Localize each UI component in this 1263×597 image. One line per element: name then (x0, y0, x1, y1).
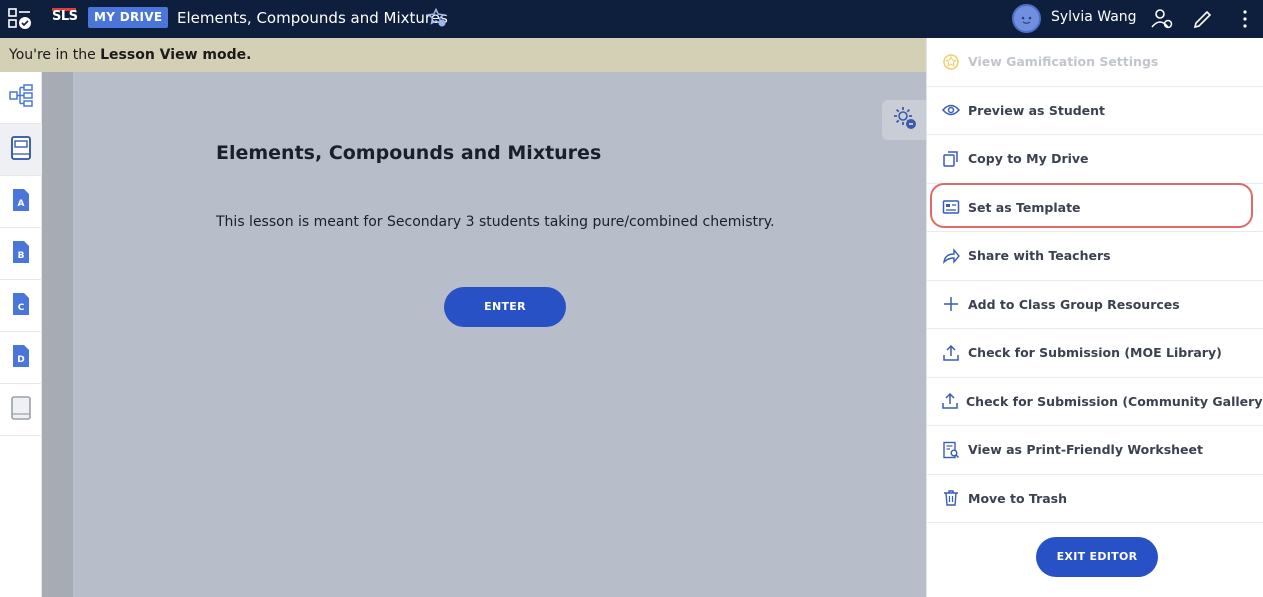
my-drive-badge: MY DRIVE (88, 7, 169, 28)
sidebar-item-end[interactable] (0, 384, 42, 436)
content-gutter (42, 72, 73, 597)
menu-check-submission-community[interactable]: Check for Submission (Community Gallery) (927, 378, 1263, 426)
upload-icon (941, 391, 959, 411)
sidebar-item-cover[interactable] (0, 124, 42, 176)
lesson-map-icon (8, 83, 34, 113)
menu-set-as-template[interactable]: Set as Template (927, 184, 1263, 232)
more-options-icon[interactable] (1233, 7, 1257, 31)
menu-label: Move to Trash (968, 490, 1068, 506)
section-letter: D (17, 355, 24, 365)
cover-settings-button[interactable] (882, 100, 928, 140)
sls-logo[interactable]: SLS (52, 9, 78, 24)
sidebar-item-section-b[interactable]: B (0, 228, 42, 280)
menu-preview-as-student[interactable]: Preview as Student (927, 87, 1263, 135)
star-settings-icon[interactable] (427, 7, 447, 28)
edit-pencil-icon[interactable] (1191, 7, 1215, 31)
options-panel: View Gamification Settings Preview as St… (926, 38, 1263, 597)
section-letter: B (18, 251, 25, 261)
lesson-title: Elements, Compounds and Mixtures (216, 142, 602, 164)
menu-share-with-teachers[interactable]: Share with Teachers (927, 232, 1263, 281)
sidebar-item-lesson-map[interactable] (0, 72, 42, 124)
menu-check-submission-moe[interactable]: Check for Submission (MOE Library) (927, 329, 1263, 378)
end-page-icon (10, 395, 32, 425)
menu-label: Check for Submission (Community Gallery) (966, 393, 1263, 409)
section-a-icon: A (12, 188, 30, 216)
sidebar-item-section-d[interactable]: D (0, 332, 42, 384)
template-icon (941, 197, 961, 217)
apps-menu-icon[interactable] (8, 8, 32, 30)
menu-label: Copy to My Drive (968, 151, 1089, 167)
collaborators-icon[interactable] (1150, 7, 1174, 31)
user-name[interactable]: Sylvia Wang (1051, 9, 1137, 25)
sidebar-item-section-a[interactable]: A (0, 176, 42, 228)
section-c-icon: C (12, 292, 30, 320)
menu-label: View Gamification Settings (968, 54, 1159, 70)
menu-move-to-trash[interactable]: Move to Trash (927, 475, 1263, 523)
cover-page-icon (10, 135, 32, 165)
avatar[interactable] (1012, 4, 1041, 33)
menu-print-friendly-worksheet[interactable]: View as Print-Friendly Worksheet (927, 426, 1263, 475)
banner-prefix: You're in the (9, 47, 101, 63)
top-bar: SLS MY DRIVE Elements, Compounds and Mix… (0, 0, 1263, 38)
lesson-cover: Elements, Compounds and Mixtures This le… (73, 72, 928, 597)
lesson-mode-banner: You're in the Lesson View mode. (0, 38, 926, 72)
section-sidebar: A B C D (0, 72, 42, 597)
section-letter: A (18, 199, 25, 209)
lesson-description: This lesson is meant for Secondary 3 stu… (216, 214, 775, 230)
menu-view-gamification: View Gamification Settings (927, 38, 1263, 87)
enter-button[interactable]: ENTER (444, 287, 566, 327)
copy-icon (941, 149, 961, 169)
share-icon (941, 246, 961, 266)
eye-icon (941, 100, 961, 120)
menu-label: Set as Template (968, 199, 1081, 215)
sidebar-item-section-c[interactable]: C (0, 280, 42, 332)
gamification-icon (941, 52, 961, 72)
section-letter: C (18, 303, 25, 313)
menu-copy-to-my-drive[interactable]: Copy to My Drive (927, 135, 1263, 184)
exit-editor-button[interactable]: EXIT EDITOR (1036, 537, 1158, 577)
menu-label: Check for Submission (MOE Library) (968, 345, 1222, 361)
menu-label: Preview as Student (968, 102, 1106, 118)
banner-mode: Lesson View mode. (100, 47, 252, 63)
section-d-icon: D (12, 344, 30, 372)
print-worksheet-icon (941, 440, 961, 460)
section-b-icon: B (12, 240, 30, 268)
menu-label: View as Print-Friendly Worksheet (968, 442, 1203, 458)
plus-icon (941, 294, 961, 314)
upload-icon (941, 343, 961, 363)
menu-add-to-class-group[interactable]: Add to Class Group Resources (927, 281, 1263, 329)
page-title: Elements, Compounds and Mixtures (177, 9, 448, 27)
menu-label: Share with Teachers (968, 248, 1111, 264)
settings-gear-icon (891, 104, 919, 136)
trash-icon (941, 488, 961, 508)
menu-label: Add to Class Group Resources (968, 296, 1180, 312)
